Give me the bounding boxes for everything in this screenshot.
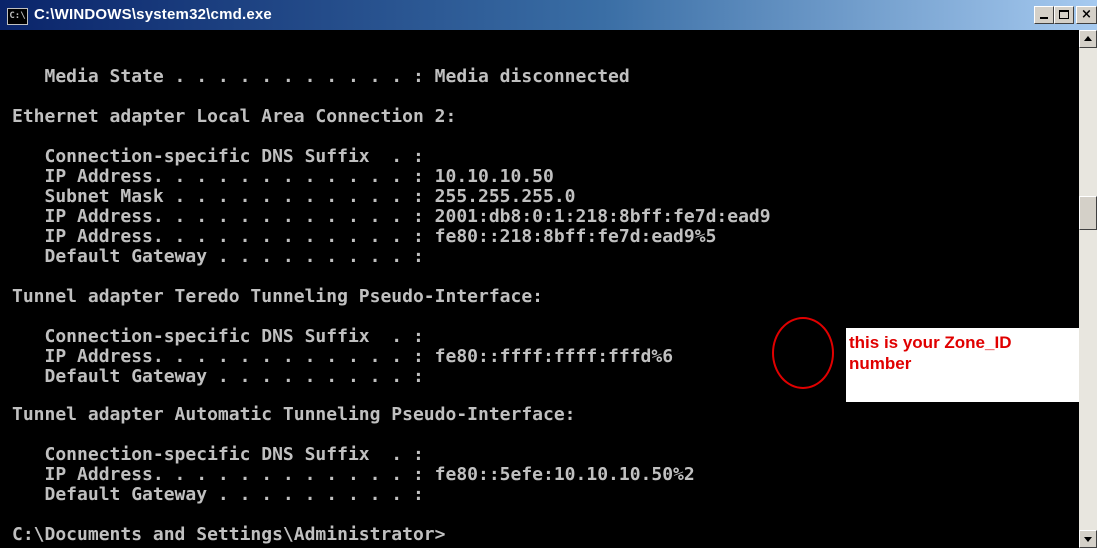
console-line: Default Gateway . . . . . . . . . :	[12, 484, 424, 505]
minimize-icon	[1040, 17, 1048, 19]
title-bar[interactable]: C:\ C:\WINDOWS\system32\cmd.exe ×	[0, 0, 1097, 30]
console-line: IP Address. . . . . . . . . . . . : 2001…	[12, 206, 771, 227]
cmd-window: C:\ C:\WINDOWS\system32\cmd.exe × Media …	[0, 0, 1097, 548]
console-line: Media State . . . . . . . . . . . : Medi…	[12, 66, 630, 87]
console-line: Tunnel adapter Teredo Tunneling Pseudo-I…	[12, 286, 544, 307]
maximize-button[interactable]	[1054, 6, 1074, 24]
console-line: Tunnel adapter Automatic Tunneling Pseud…	[12, 404, 576, 425]
minimize-button[interactable]	[1034, 6, 1054, 24]
vertical-scrollbar[interactable]	[1079, 30, 1097, 548]
console-line: IP Address. . . . . . . . . . . . : fe80…	[12, 464, 695, 485]
close-button[interactable]: ×	[1076, 6, 1097, 24]
console-line: Connection-specific DNS Suffix . :	[12, 444, 424, 465]
annotation-line-2: number	[849, 354, 912, 373]
console-line: Subnet Mask . . . . . . . . . . . : 255.…	[12, 186, 576, 207]
cmd-console-icon[interactable]: C:\	[7, 8, 28, 25]
annotation-line-1: this is your Zone_ID	[849, 333, 1012, 352]
window-title: C:\WINDOWS\system32\cmd.exe	[34, 6, 272, 23]
console-line: Default Gateway . . . . . . . . . :	[12, 366, 424, 387]
scroll-up-button[interactable]	[1079, 30, 1097, 48]
maximize-icon	[1059, 10, 1069, 19]
command-prompt[interactable]: C:\Documents and Settings\Administrator>	[12, 524, 445, 545]
arrow-up-icon	[1084, 36, 1092, 41]
console-line: IP Address. . . . . . . . . . . . : 10.1…	[12, 166, 554, 187]
console-line: Default Gateway . . . . . . . . . :	[12, 246, 424, 267]
arrow-down-icon	[1084, 537, 1092, 542]
console-line: IP Address. . . . . . . . . . . . : fe80…	[12, 346, 674, 367]
zone-id-highlight-circle	[772, 317, 834, 389]
scroll-thumb[interactable]	[1079, 196, 1097, 230]
close-icon: ×	[1081, 7, 1092, 22]
scroll-down-button[interactable]	[1079, 530, 1097, 548]
console-line: Ethernet adapter Local Area Connection 2…	[12, 106, 457, 127]
console-line: Connection-specific DNS Suffix . :	[12, 326, 424, 347]
zone-id-annotation: this is your Zone_ID number	[846, 328, 1079, 402]
console-line: IP Address. . . . . . . . . . . . : fe80…	[12, 226, 717, 247]
console-line: Connection-specific DNS Suffix . :	[12, 146, 424, 167]
console-output[interactable]: Media State . . . . . . . . . . . : Medi…	[0, 30, 1079, 548]
